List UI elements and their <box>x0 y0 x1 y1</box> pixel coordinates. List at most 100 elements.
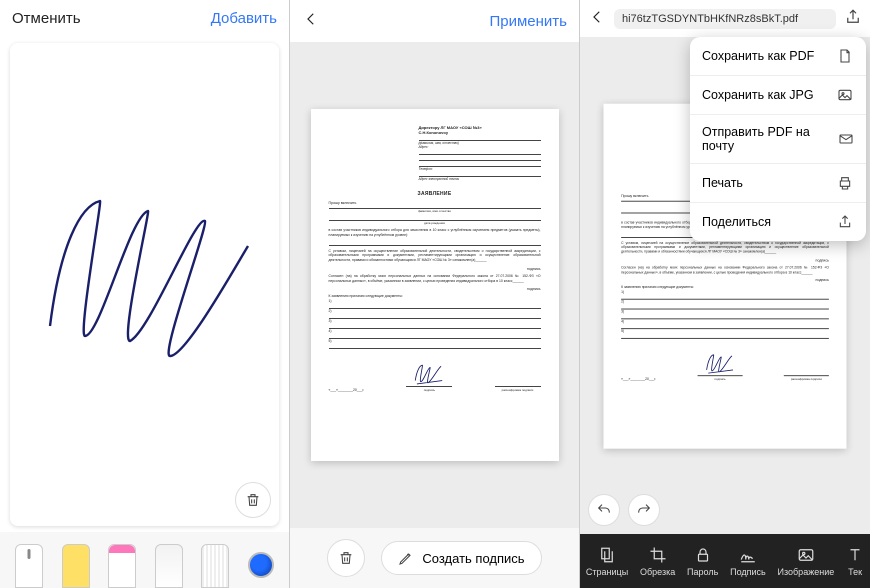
add-button[interactable]: Добавить <box>211 10 277 27</box>
doc-para1: в состав участников индивидуального отбо… <box>329 228 541 238</box>
text-icon <box>846 546 864 564</box>
trash-icon <box>245 492 261 508</box>
panel3-footer: Страницы Обрезка Пароль Подпись Изображе… <box>580 534 870 588</box>
tab-text-label: Тек <box>848 567 862 577</box>
menu-print[interactable]: Печать <box>690 164 866 203</box>
doc-para3: Согласен (на) на обработку моих персонал… <box>621 265 829 274</box>
tool-marker[interactable] <box>108 544 136 588</box>
crop-icon <box>649 546 667 564</box>
doc-sig-cap2: расшифровка подписи <box>495 386 541 392</box>
panel2-header: Применить <box>290 0 579 42</box>
tab-sign[interactable]: Подпись <box>730 546 766 577</box>
signature-canvas[interactable] <box>10 43 279 526</box>
tool-highlighter[interactable] <box>62 544 90 588</box>
tab-sign-label: Подпись <box>730 567 766 577</box>
share-button[interactable] <box>844 8 862 29</box>
signature-editor-panel: Отменить Добавить <box>0 0 290 588</box>
menu-print-label: Печать <box>702 176 743 190</box>
doc-podpis1: подпись <box>816 258 829 262</box>
doc-att-2: 2) <box>329 309 541 313</box>
doc-att-1: 1) <box>329 299 541 303</box>
undo-redo-group <box>588 494 660 526</box>
create-signature-button[interactable]: Создать подпись <box>381 541 541 575</box>
cancel-button[interactable]: Отменить <box>12 10 81 27</box>
tab-text[interactable]: Тек <box>846 546 864 577</box>
doc-att-4: 4) <box>621 319 829 323</box>
share-dropdown: Сохранить как PDF Сохранить как JPG Отпр… <box>690 37 866 241</box>
doc-att-5: 5) <box>329 339 541 343</box>
menu-save-jpg-label: Сохранить как JPG <box>702 88 814 102</box>
doc-podpis2: подпись <box>816 278 829 282</box>
document-preview-panel: Применить Директору ЛГ МАОУ «СОШ №3» С.Н… <box>290 0 580 588</box>
tab-pages[interactable]: Страницы <box>586 546 628 577</box>
tab-image-label: Изображение <box>778 567 835 577</box>
doc-date: «___»________20___г. <box>621 377 656 381</box>
apply-button[interactable]: Применить <box>489 13 567 30</box>
menu-send-pdf[interactable]: Отправить PDF на почту <box>690 115 866 164</box>
chevron-left-icon <box>588 8 606 26</box>
share-icon <box>844 8 862 26</box>
doc-fio-row-cap: фамилия, имя отчество <box>329 209 541 213</box>
trash-icon <box>338 550 354 566</box>
doc-para3: Согласен (на) на обработку моих персонал… <box>329 274 541 284</box>
menu-save-jpg[interactable]: Сохранить как JPG <box>690 76 866 115</box>
create-signature-label: Создать подпись <box>422 551 524 566</box>
panel3-header: hi76tzTGSDYNTbHKfNRz8sBkT.pdf <box>580 0 870 37</box>
delete-button[interactable] <box>327 539 365 577</box>
doc-att-4: 4) <box>329 329 541 333</box>
doc-ask: Прошу включить <box>621 193 648 197</box>
tool-pen[interactable] <box>15 544 43 588</box>
doc-podpis2: подпись <box>527 287 541 291</box>
tab-pages-label: Страницы <box>586 567 628 577</box>
mail-icon <box>837 130 854 148</box>
doc-para2: С уставом, лицензией на осуществление об… <box>329 249 541 263</box>
doc-addr-label: Адрес: <box>419 145 541 149</box>
doc-dob-cap: дата рождения <box>329 221 541 225</box>
panel2-footer: Создать подпись <box>290 528 579 588</box>
doc-att-5: 5) <box>621 329 829 333</box>
share-icon <box>836 213 854 231</box>
doc-att-1: 1) <box>621 290 829 294</box>
tab-password-label: Пароль <box>687 567 718 577</box>
signature-stroke <box>30 186 260 366</box>
undo-button[interactable] <box>588 494 620 526</box>
back-button[interactable] <box>302 10 320 32</box>
tool-ruler[interactable] <box>201 544 229 588</box>
doc-attach: К заявлению прилагаю следующие документы… <box>621 285 829 290</box>
doc-signature-mark <box>703 352 736 374</box>
delete-signature-button[interactable] <box>235 482 271 518</box>
doc-tel-label: Телефон: <box>419 167 541 171</box>
menu-save-pdf[interactable]: Сохранить как PDF <box>690 37 866 76</box>
lock-icon <box>694 546 712 564</box>
doc-signature-mark <box>412 363 446 385</box>
undo-icon <box>596 502 612 518</box>
redo-icon <box>636 502 652 518</box>
image-icon <box>836 86 854 104</box>
doc-att-3: 3) <box>329 319 541 323</box>
doc-sig-cap2: расшифровка подписи <box>784 375 829 381</box>
redo-button[interactable] <box>628 494 660 526</box>
doc-podpis1: подпись <box>527 267 541 271</box>
panel2-body: Директору ЛГ МАОУ «СОШ №3» С.Н.Кononovoy… <box>290 42 579 528</box>
doc-att-3: 3) <box>621 309 829 313</box>
panel3-body: Директору ЛГ МАОУ «СОШ №3» С.Н.Кononovoy… <box>580 37 870 534</box>
pen-icon <box>398 550 414 566</box>
tab-password[interactable]: Пароль <box>687 546 718 577</box>
menu-send-pdf-label: Отправить PDF на почту <box>702 125 837 153</box>
doc-sig-cap1: подпись <box>697 375 742 381</box>
menu-share[interactable]: Поделиться <box>690 203 866 241</box>
document-page[interactable]: Директору ЛГ МАОУ «СОШ №3» С.Н.Кononovoy… <box>311 109 559 461</box>
back-button[interactable] <box>588 8 606 29</box>
filename-field[interactable]: hi76tzTGSDYNTbHKfNRz8sBkT.pdf <box>614 9 836 29</box>
doc-sig-cap1: подпись <box>406 386 452 392</box>
doc-email-label: Адрес электронной почты <box>419 177 541 181</box>
menu-share-label: Поделиться <box>702 215 771 229</box>
share-panel: hi76tzTGSDYNTbHKfNRz8sBkT.pdf Директору … <box>580 0 870 588</box>
document-icon <box>836 47 854 65</box>
tool-eraser[interactable] <box>155 544 183 588</box>
tab-crop[interactable]: Обрезка <box>640 546 675 577</box>
tool-color-picker[interactable] <box>248 552 274 578</box>
doc-att-2: 2) <box>621 299 829 303</box>
tab-image[interactable]: Изображение <box>778 546 835 577</box>
doc-ask: Прошу включить <box>329 201 357 205</box>
